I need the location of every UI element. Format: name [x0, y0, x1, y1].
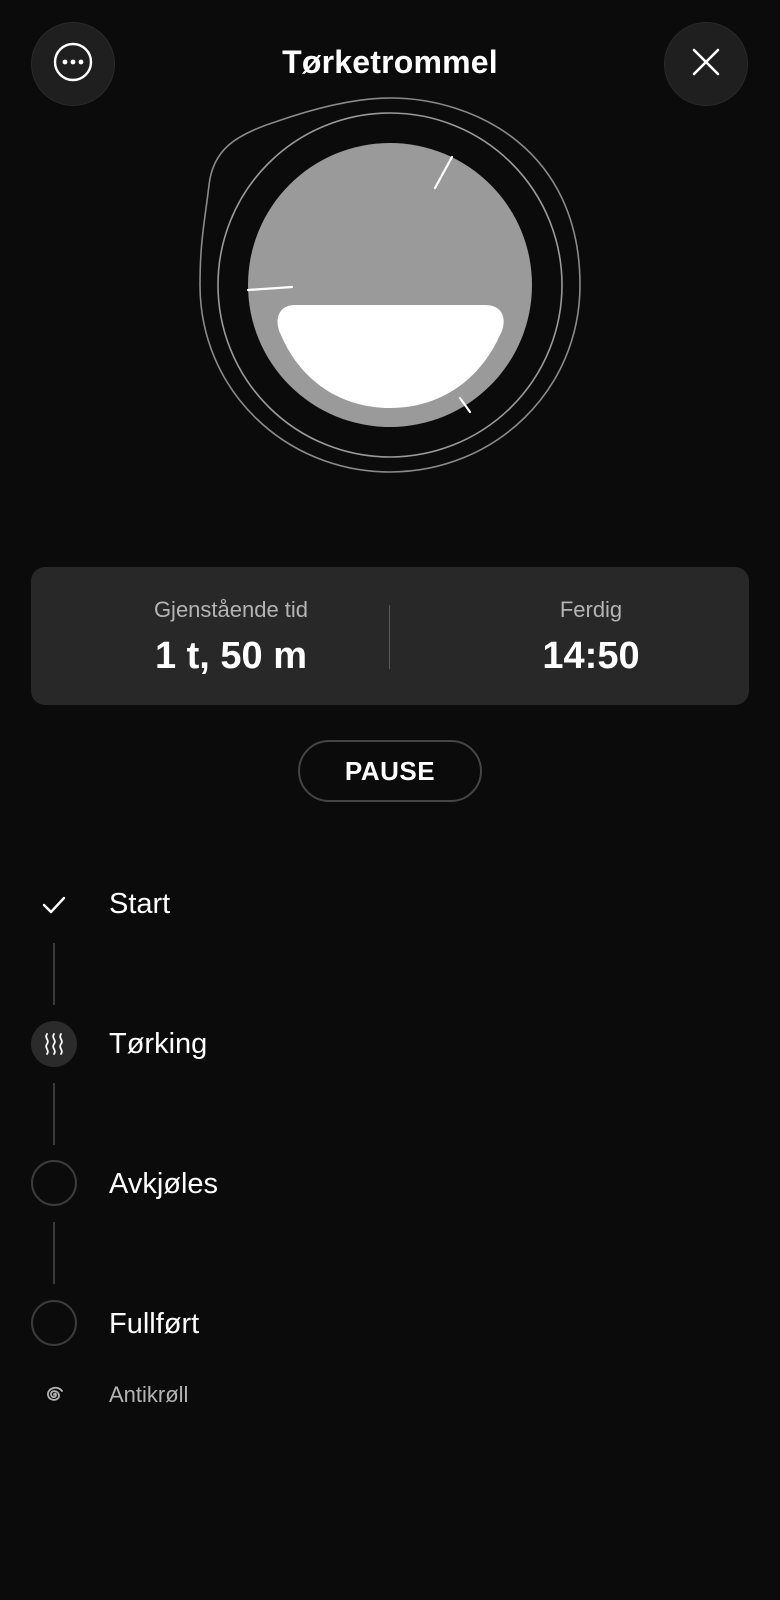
empty-circle-icon	[31, 1160, 77, 1206]
info-divider	[389, 605, 390, 669]
empty-circle-icon	[31, 1300, 77, 1346]
step-complete-label: Fullført	[109, 1308, 200, 1340]
pause-button[interactable]: PAUSE	[298, 740, 482, 802]
remaining-time: Gjenstående tid 1 t, 50 m	[61, 567, 401, 705]
step-cooling-label: Avkjøles	[109, 1168, 219, 1200]
step-connector	[53, 943, 55, 1005]
step-start-label: Start	[109, 888, 171, 920]
heat-waves-icon	[31, 1021, 77, 1067]
finish-time-value: 14:50	[542, 635, 640, 677]
cycle-info-card: Gjenstående tid 1 t, 50 m Ferdig 14:50	[31, 567, 749, 705]
close-icon	[691, 47, 721, 82]
check-icon	[31, 882, 77, 928]
finish-time: Ferdig 14:50	[421, 567, 761, 705]
step-connector	[53, 1083, 55, 1145]
spiral-icon	[31, 1372, 77, 1418]
anti-crease-label: Antikrøll	[109, 1382, 189, 1407]
page-title: Tørketrommel	[282, 44, 498, 80]
remaining-time-value: 1 t, 50 m	[154, 635, 308, 677]
finish-time-label: Ferdig	[559, 597, 623, 622]
close-button[interactable]	[664, 22, 748, 106]
remaining-time-label: Gjenstående tid	[153, 597, 309, 622]
step-connector	[53, 1222, 55, 1284]
dryer-drum-illustration	[195, 90, 585, 480]
step-drying-label: Tørking	[109, 1028, 208, 1060]
